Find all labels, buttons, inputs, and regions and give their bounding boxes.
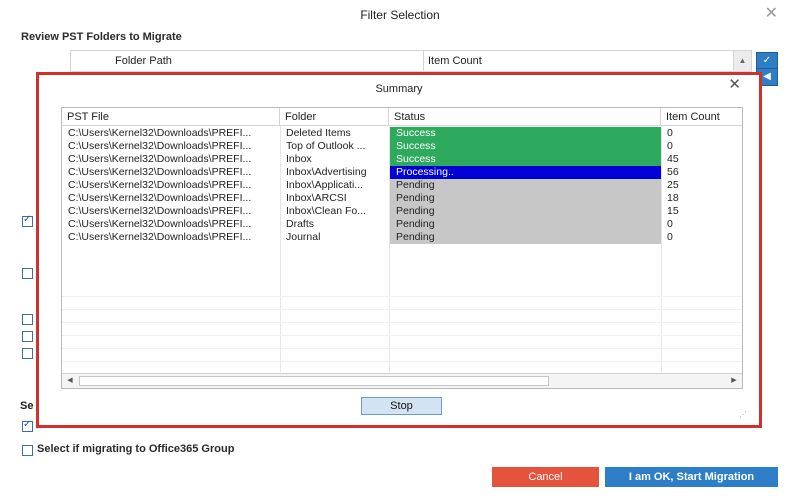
cancel-button[interactable]: Cancel <box>492 467 599 487</box>
status-cell: Pending <box>390 231 661 244</box>
status-cell: Pending <box>390 205 661 218</box>
option-checkbox[interactable] <box>22 419 33 432</box>
option-checkbox[interactable] <box>22 314 33 325</box>
pst-file-cell: C:\Users\Kernel32\Downloads\PREFI... <box>68 205 252 217</box>
table-header: PST File Folder Status Item Count <box>62 108 742 126</box>
table-row[interactable]: C:\Users\Kernel32\Downloads\PREFI... Inb… <box>62 153 742 166</box>
column-status[interactable]: Status <box>389 108 661 126</box>
review-label: Review PST Folders to Migrate <box>21 31 182 43</box>
table-body: C:\Users\Kernel32\Downloads\PREFI... Del… <box>62 127 742 244</box>
folder-cell: Inbox\Advertising <box>286 166 367 178</box>
column-item-count[interactable]: Item Count <box>423 51 743 71</box>
close-icon[interactable]: ✕ <box>728 75 741 93</box>
table-row[interactable]: C:\Users\Kernel32\Downloads\PREFI... Del… <box>62 127 742 140</box>
dialog-title: Filter Selection <box>360 8 440 22</box>
folder-table: Folder Path Item Count ▲ <box>70 50 752 72</box>
summary-dialog: Summary ✕ PST File Folder Status Item Co… <box>36 72 762 428</box>
folder-cell: Inbox <box>286 153 312 165</box>
item-count-cell: 0 <box>667 231 673 243</box>
horizontal-scrollbar[interactable]: ◀ ▶ <box>62 373 742 388</box>
option-checkbox[interactable] <box>22 331 33 342</box>
item-count-cell: 0 <box>667 218 673 230</box>
item-count-cell: 56 <box>667 166 679 178</box>
summary-title: Summary <box>375 83 423 95</box>
folder-cell: Inbox\Applicati... <box>286 179 364 191</box>
table-row[interactable]: C:\Users\Kernel32\Downloads\PREFI... Dra… <box>62 218 742 231</box>
item-count-cell: 45 <box>667 153 679 165</box>
pst-file-cell: C:\Users\Kernel32\Downloads\PREFI... <box>68 231 252 243</box>
status-cell: Pending <box>390 179 661 192</box>
table-row[interactable]: C:\Users\Kernel32\Downloads\PREFI... Top… <box>62 140 742 153</box>
folder-cell: Top of Outlook ... <box>286 140 366 152</box>
status-cell: Pending <box>390 192 661 205</box>
status-cell: Pending <box>390 218 661 231</box>
chevron-left-icon[interactable]: ◀ <box>62 374 78 388</box>
office365-group-checkbox[interactable] <box>22 445 33 456</box>
chevron-up-icon[interactable]: ▲ <box>733 51 751 71</box>
empty-rows <box>62 284 742 375</box>
close-icon[interactable]: ✕ <box>765 3 778 23</box>
resize-grip-icon[interactable]: ⋰ <box>739 410 747 419</box>
pst-file-cell: C:\Users\Kernel32\Downloads\PREFI... <box>68 166 252 178</box>
status-cell: Success <box>390 127 661 140</box>
pst-file-cell: C:\Users\Kernel32\Downloads\PREFI... <box>68 192 252 204</box>
column-folder[interactable]: Folder <box>280 108 389 126</box>
pst-file-cell: C:\Users\Kernel32\Downloads\PREFI... <box>68 218 252 230</box>
item-count-cell: 0 <box>667 140 673 152</box>
stop-button[interactable]: Stop <box>361 397 442 415</box>
folder-cell: Inbox\Clean Fo... <box>286 205 366 217</box>
option-checkbox[interactable] <box>22 268 33 279</box>
folder-cell: Inbox\ARCSI <box>286 192 347 204</box>
option-checkbox[interactable] <box>22 348 33 359</box>
folder-cell: Journal <box>286 231 321 243</box>
office365-group-label: Select if migrating to Office365 Group <box>37 443 235 455</box>
table-row[interactable]: C:\Users\Kernel32\Downloads\PREFI... Inb… <box>62 205 742 218</box>
table-row[interactable]: C:\Users\Kernel32\Downloads\PREFI... Jou… <box>62 231 742 244</box>
pst-file-cell: C:\Users\Kernel32\Downloads\PREFI... <box>68 140 252 152</box>
status-cell: Success <box>390 153 661 166</box>
summary-table: PST File Folder Status Item Count C:\Use… <box>61 107 743 389</box>
status-cell: Processing.. <box>390 166 661 179</box>
folder-cell: Deleted Items <box>286 127 351 139</box>
scrollbar-thumb[interactable] <box>79 376 549 386</box>
item-count-cell: 18 <box>667 192 679 204</box>
start-migration-button[interactable]: I am OK, Start Migration <box>605 467 778 487</box>
item-count-cell: 15 <box>667 205 679 217</box>
item-count-cell: 0 <box>667 127 673 139</box>
chevron-right-icon[interactable]: ▶ <box>726 374 742 388</box>
status-cell: Success <box>390 140 661 153</box>
column-folder-path[interactable]: Folder Path <box>115 51 172 71</box>
pst-file-cell: C:\Users\Kernel32\Downloads\PREFI... <box>68 127 252 139</box>
table-row[interactable]: C:\Users\Kernel32\Downloads\PREFI... Inb… <box>62 192 742 205</box>
table-row[interactable]: C:\Users\Kernel32\Downloads\PREFI... Inb… <box>62 166 742 179</box>
column-pst-file[interactable]: PST File <box>62 108 280 126</box>
pst-file-cell: C:\Users\Kernel32\Downloads\PREFI... <box>68 153 252 165</box>
column-item-count[interactable]: Item Count <box>661 108 742 126</box>
pst-file-cell: C:\Users\Kernel32\Downloads\PREFI... <box>68 179 252 191</box>
folder-cell: Drafts <box>286 218 315 230</box>
item-count-cell: 25 <box>667 179 679 191</box>
table-row[interactable]: C:\Users\Kernel32\Downloads\PREFI... Inb… <box>62 179 742 192</box>
option-checkbox[interactable] <box>22 214 33 227</box>
section-label: Se <box>20 400 34 412</box>
